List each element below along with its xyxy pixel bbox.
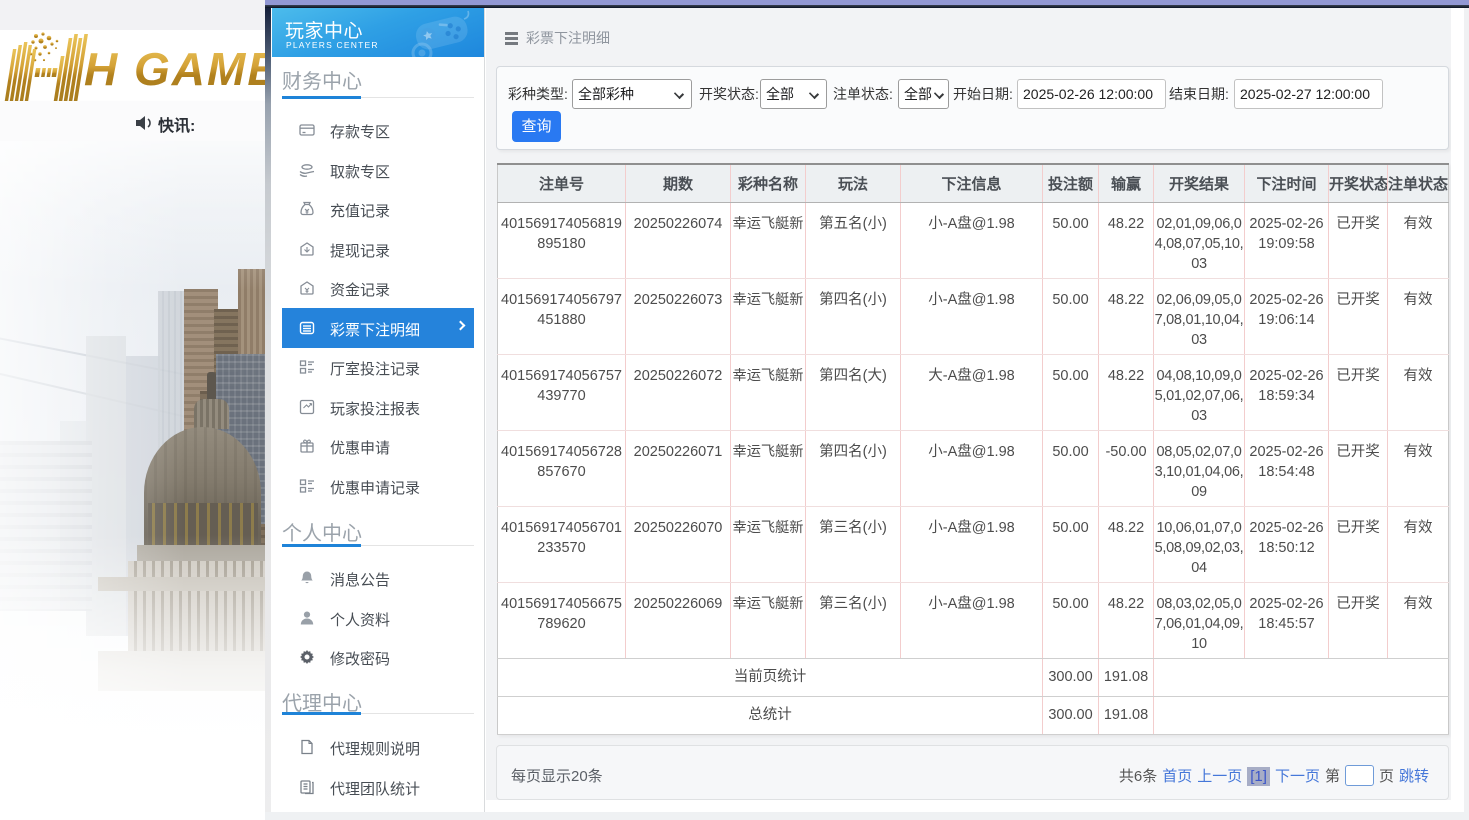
svg-text:H GAME: H GAME — [84, 43, 265, 95]
